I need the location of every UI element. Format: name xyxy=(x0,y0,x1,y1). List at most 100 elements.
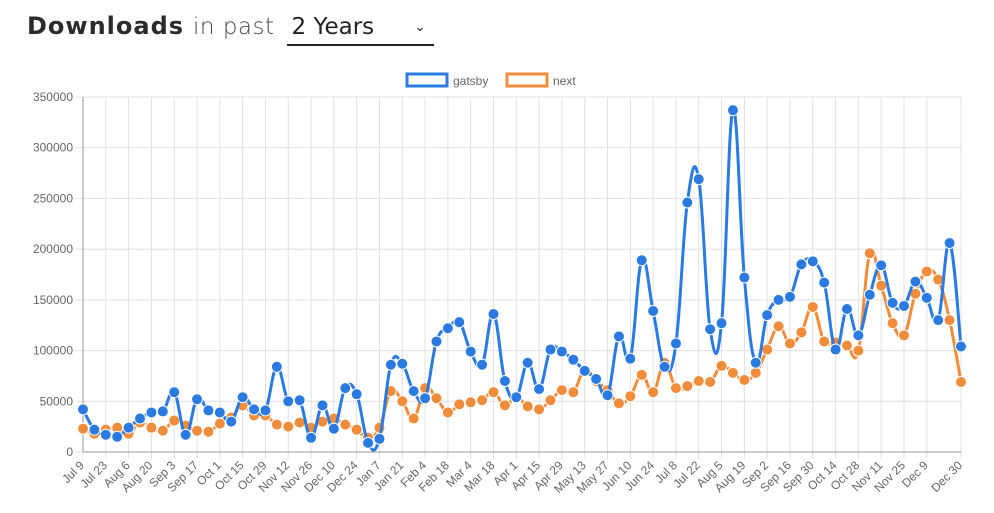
point-gatsby xyxy=(373,432,386,445)
point-gatsby xyxy=(419,392,432,405)
point-gatsby xyxy=(407,385,420,398)
y-tick-label: 300000 xyxy=(33,141,73,155)
point-gatsby xyxy=(464,345,477,358)
point-gatsby xyxy=(726,104,739,117)
x-tick-label: Dec 9 xyxy=(899,458,931,490)
point-gatsby xyxy=(213,406,226,419)
point-gatsby xyxy=(704,323,717,336)
y-tick-label: 350000 xyxy=(33,90,73,104)
point-next xyxy=(635,368,648,381)
point-gatsby xyxy=(384,358,397,371)
point-gatsby xyxy=(886,296,899,309)
point-next xyxy=(761,343,774,356)
y-tick-label: 100000 xyxy=(33,344,73,358)
point-gatsby xyxy=(761,309,774,322)
point-gatsby xyxy=(875,259,888,272)
point-next xyxy=(339,418,352,431)
legend-swatch-gatsby xyxy=(405,72,449,88)
point-gatsby xyxy=(852,329,865,342)
point-gatsby xyxy=(362,436,375,449)
point-next xyxy=(521,400,534,413)
point-gatsby xyxy=(624,352,637,365)
point-gatsby xyxy=(453,316,466,329)
point-gatsby xyxy=(897,299,910,312)
point-next xyxy=(726,366,739,379)
point-next xyxy=(669,382,682,395)
point-gatsby xyxy=(943,237,956,250)
point-next xyxy=(407,412,420,425)
point-next xyxy=(920,265,933,278)
point-gatsby xyxy=(692,173,705,186)
point-gatsby xyxy=(533,383,546,396)
point-next xyxy=(476,394,489,407)
point-next xyxy=(77,422,89,435)
point-gatsby xyxy=(544,343,557,356)
point-gatsby xyxy=(282,395,295,408)
y-tick-label: 150000 xyxy=(33,293,73,307)
point-gatsby xyxy=(738,271,751,284)
point-next xyxy=(191,424,204,437)
series-gatsby xyxy=(77,104,967,452)
point-next xyxy=(453,398,466,411)
point-gatsby xyxy=(590,372,603,385)
point-gatsby xyxy=(806,255,819,268)
point-gatsby xyxy=(111,430,124,443)
point-gatsby xyxy=(248,403,261,416)
point-next xyxy=(567,386,580,399)
point-gatsby xyxy=(236,391,249,404)
point-next xyxy=(624,390,637,403)
point-gatsby xyxy=(920,291,933,304)
legend-label-next: next xyxy=(553,74,576,88)
point-next xyxy=(213,417,226,430)
point-gatsby xyxy=(305,431,318,444)
y-tick-label: 200000 xyxy=(33,242,73,256)
point-gatsby xyxy=(156,405,169,418)
y-tick-label: 0 xyxy=(66,445,73,459)
point-next xyxy=(555,384,568,397)
point-gatsby xyxy=(88,423,101,436)
point-next xyxy=(692,375,705,387)
point-next xyxy=(840,339,853,352)
point-next xyxy=(806,300,819,313)
point-gatsby xyxy=(77,403,89,416)
point-next xyxy=(795,326,808,339)
downloads-chart: 0 50000 100000 150000 200000 250000 300000 3500… xyxy=(33,72,967,496)
point-gatsby xyxy=(555,345,568,358)
point-next xyxy=(441,406,454,419)
point-gatsby xyxy=(955,340,967,353)
series-lines xyxy=(77,104,967,452)
point-next xyxy=(738,373,751,386)
point-next xyxy=(533,403,546,416)
point-gatsby xyxy=(191,393,204,406)
point-next xyxy=(202,425,215,438)
point-gatsby xyxy=(339,382,352,395)
y-tick-label: 250000 xyxy=(33,191,73,205)
point-gatsby xyxy=(145,406,158,419)
point-next xyxy=(783,337,796,350)
point-next xyxy=(886,317,899,330)
point-gatsby xyxy=(259,404,272,417)
point-next xyxy=(715,359,728,372)
point-next xyxy=(498,399,511,412)
point-next xyxy=(464,396,477,409)
point-gatsby xyxy=(601,389,614,402)
point-gatsby xyxy=(122,421,135,434)
point-gatsby xyxy=(909,275,922,288)
point-gatsby xyxy=(293,394,306,407)
point-next xyxy=(852,344,865,357)
legend-item-gatsby[interactable]: gatsby xyxy=(405,72,488,88)
point-gatsby xyxy=(578,364,591,377)
x-tick-label: Dec 30 xyxy=(928,458,965,495)
point-next xyxy=(612,397,625,410)
point-gatsby xyxy=(647,305,660,318)
point-next xyxy=(749,366,762,379)
point-gatsby xyxy=(430,335,443,348)
point-gatsby xyxy=(225,415,238,428)
legend-item-next[interactable]: next xyxy=(505,72,576,88)
point-gatsby xyxy=(168,386,181,399)
point-gatsby xyxy=(350,388,363,401)
point-gatsby xyxy=(270,360,283,373)
point-gatsby xyxy=(487,308,500,321)
point-gatsby xyxy=(179,428,192,441)
point-next xyxy=(863,247,876,260)
